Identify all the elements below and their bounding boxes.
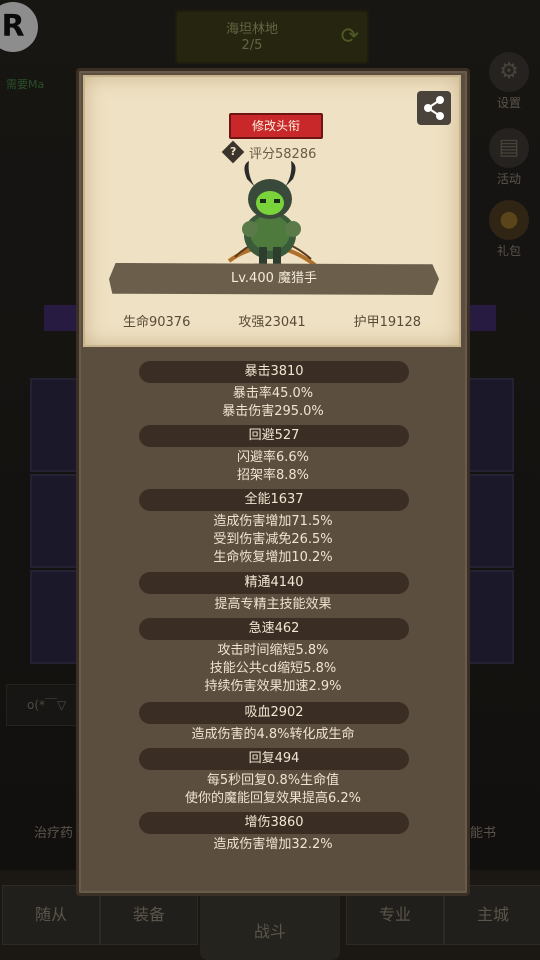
score-row: ? 评分58286 — [221, 140, 317, 164]
stat-line: 提高专精主技能效果 — [214, 597, 332, 612]
stat-line: 技能公共cd缩短5.8% — [209, 661, 337, 676]
change-title-button[interactable]: 修改头衔 — [229, 113, 323, 139]
attack-power-stat: 攻强23041 — [238, 315, 306, 330]
stat-line: 受到伤害减免26.5% — [213, 532, 333, 547]
hero-name-bar: Lv.400 魔猎手 — [109, 263, 439, 295]
health-stat: 生命90376 — [122, 315, 191, 330]
stat-line: 每5秒回复0.8%生命值 — [206, 773, 340, 788]
score-value: 评分58286 — [249, 146, 317, 162]
stat-line: 闪避率6.6% — [236, 450, 310, 465]
stat-line: 生命恢复增加10.2% — [213, 550, 333, 565]
hero-portrait — [227, 161, 317, 267]
stat-line: 造成伤害增加32.2% — [213, 837, 333, 852]
stat-header-crit: 暴击3810 — [139, 361, 409, 383]
stat-line: 暴击伤害295.0% — [222, 404, 324, 419]
stat-header-damage-boost: 增伤3860 — [139, 812, 409, 834]
share-icon — [424, 96, 444, 120]
help-icon[interactable]: ? — [221, 140, 245, 164]
hero-card: 修改头衔 ? 评分58286 Lv.400 魔猎手 生命90376 攻强2304… — [83, 75, 461, 347]
hero-stats-dialog: 修改头衔 ? 评分58286 Lv.400 魔猎手 生命90376 攻强2304… — [76, 68, 470, 896]
stat-line: 攻击时间缩短5.8% — [217, 643, 329, 658]
stat-header-haste: 急速462 — [139, 618, 409, 640]
stat-header-mastery: 精通4140 — [139, 572, 409, 594]
stat-line: 招架率8.8% — [236, 468, 310, 483]
stat-header-versatility: 全能1637 — [139, 489, 409, 511]
base-stats: 生命90376 攻强23041 护甲19128 — [85, 311, 459, 330]
armor-stat: 护甲19128 — [353, 315, 421, 330]
stat-line: 暴击率45.0% — [232, 386, 314, 401]
stat-header-avoidance: 回避527 — [139, 425, 409, 447]
stat-line: 造成伤害增加71.5% — [213, 514, 333, 529]
stat-line: 使你的魔能回复效果提高6.2% — [184, 791, 362, 806]
share-button[interactable] — [417, 91, 451, 125]
stat-header-leech: 吸血2902 — [139, 702, 409, 724]
stat-header-regen: 回复494 — [139, 748, 409, 770]
stat-line: 造成伤害的4.8%转化成生命 — [191, 727, 355, 742]
stat-line: 持续伤害效果加速2.9% — [204, 679, 342, 694]
secondary-stats: 暴击3810 暴击率45.0% 暴击伤害295.0% 回避527 闪避率6.6%… — [83, 347, 463, 889]
